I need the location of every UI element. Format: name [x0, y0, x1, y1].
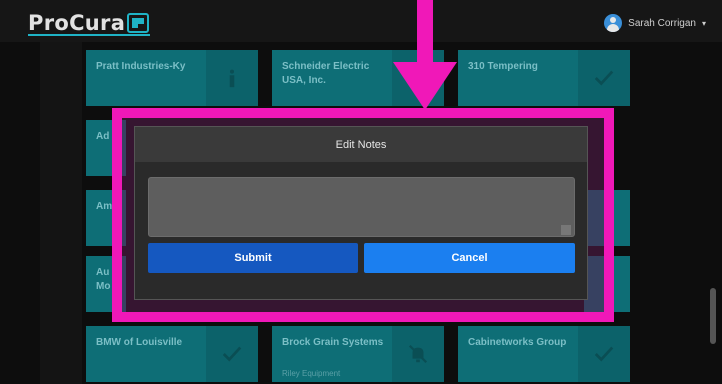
customer-card-310-tempering[interactable]: 310 Tempering: [458, 50, 630, 106]
card-name: Pratt Industries-Ky: [96, 61, 186, 72]
logo-text: ProCura: [28, 11, 126, 35]
card-name: Brock Grain Systems: [282, 337, 384, 348]
chevron-down-icon: ▾: [701, 18, 706, 28]
logo-underline: [28, 34, 150, 36]
customer-card-cabinetworks[interactable]: Cabinetworks Group: [458, 326, 630, 382]
card-check-button[interactable]: [578, 50, 630, 106]
card-mute-button[interactable]: [392, 326, 444, 382]
customer-card-bmw[interactable]: BMW of Louisville: [86, 326, 258, 382]
left-gutter: [40, 42, 82, 384]
app-header: ProCura Sarah Corrigan ▾: [0, 0, 722, 42]
card-check-button[interactable]: [206, 326, 258, 382]
card-name: 310 Tempering: [468, 61, 538, 72]
highlight-arrow-icon: [393, 62, 457, 110]
check-icon: [594, 346, 614, 362]
card-name: Cabinetworks Group: [468, 337, 567, 348]
bell-off-icon: [408, 344, 428, 364]
card-check-button[interactable]: [578, 326, 630, 382]
highlight-arrow-shaft: [417, 0, 433, 70]
card-name: Schneider Electric USA, Inc.: [282, 61, 370, 86]
customer-card-brock[interactable]: Brock Grain Systems Riley Equipment: [272, 326, 444, 382]
user-name: Sarah Corrigan: [628, 17, 696, 29]
info-icon: [229, 69, 235, 88]
highlight-box: [112, 108, 614, 322]
customer-card-pratt[interactable]: Pratt Industries-Ky: [86, 50, 258, 106]
card-subtitle: Riley Equipment: [282, 369, 341, 378]
check-icon: [594, 70, 614, 86]
card-name: BMW of Louisville: [96, 337, 183, 348]
logo-mark-icon: [127, 13, 150, 33]
avatar-icon: [604, 14, 623, 32]
check-icon: [222, 346, 242, 362]
procura-logo[interactable]: ProCura: [28, 10, 150, 36]
user-menu[interactable]: Sarah Corrigan ▾: [604, 14, 706, 32]
page-scrollbar[interactable]: [710, 288, 716, 344]
card-info-button[interactable]: [206, 50, 258, 106]
